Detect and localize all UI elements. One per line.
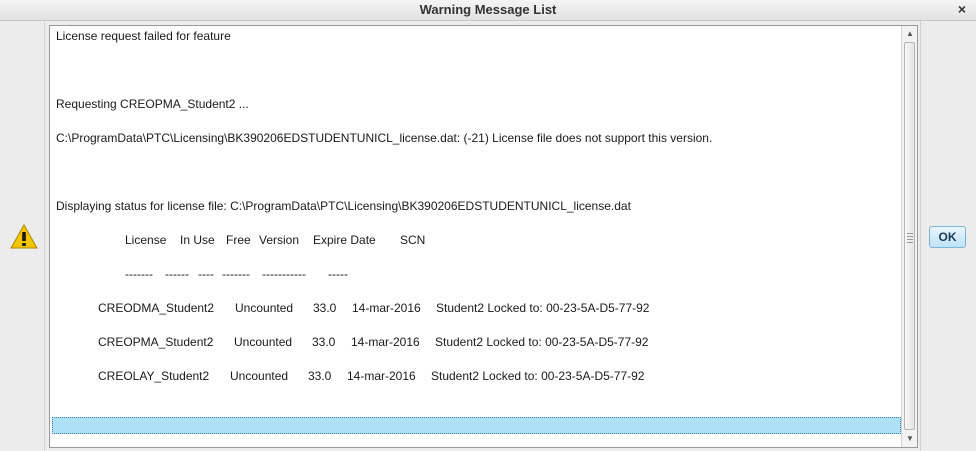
warning-triangle-icon — [10, 224, 38, 249]
license-expire: 14-mar-2016 — [352, 301, 421, 315]
column-header-free: Free — [226, 233, 251, 247]
message-line: License request failed for feature — [56, 29, 231, 43]
license-expire: 14-mar-2016 — [351, 335, 420, 349]
license-scn: Student2 Locked to: 00-23-5A-D5-77-92 — [435, 335, 649, 349]
scroll-down-arrow-icon[interactable]: ▼ — [902, 432, 917, 446]
column-dashes: ---- — [198, 267, 214, 281]
selected-empty-row[interactable] — [52, 417, 901, 434]
license-version: 33.0 — [313, 301, 337, 315]
license-status: Uncounted — [235, 301, 294, 315]
column-header-license: License — [125, 233, 167, 247]
message-line: C:\ProgramData\PTC\Licensing\BK390206EDS… — [56, 131, 713, 145]
license-expire: 14-mar-2016 — [347, 369, 416, 383]
column-header-scn: SCN — [400, 233, 426, 247]
column-header-version: Version — [259, 233, 300, 247]
message-line: Displaying status for license file: C:\P… — [56, 199, 631, 213]
scroll-up-arrow-icon[interactable]: ▲ — [902, 27, 917, 41]
license-name: CREOLAY_Student2 — [98, 369, 210, 383]
message-list[interactable]: License request failed for feature Reque… — [49, 25, 918, 448]
license-version: 33.0 — [312, 335, 336, 349]
license-status: Uncounted — [230, 369, 289, 383]
grip-icon — [907, 231, 913, 245]
license-name: CREOPMA_Student2 — [98, 335, 214, 349]
column-dashes: ------ — [165, 267, 189, 281]
column-dashes: ------- — [125, 267, 153, 281]
column-dashes: ----- — [328, 267, 348, 281]
license-status: Uncounted — [234, 335, 293, 349]
title-bar: Warning Message List × — [0, 0, 976, 21]
column-header-expire: Expire Date — [313, 233, 376, 247]
ok-button[interactable]: OK — [929, 226, 966, 248]
license-name: CREODMA_Student2 — [98, 301, 215, 315]
message-line: Requesting CREOPMA_Student2 ... — [56, 97, 249, 111]
vertical-scrollbar[interactable]: ▲ ▼ — [901, 26, 917, 447]
column-header-in-use: In Use — [180, 233, 215, 247]
license-scn: Student2 Locked to: 00-23-5A-D5-77-92 — [431, 369, 645, 383]
license-version: 33.0 — [308, 369, 332, 383]
close-icon[interactable]: × — [958, 1, 966, 17]
column-dashes: ------- — [222, 267, 250, 281]
scrollbar-thumb[interactable] — [904, 42, 915, 430]
window-title: Warning Message List — [419, 2, 557, 17]
license-scn: Student2 Locked to: 00-23-5A-D5-77-92 — [436, 301, 650, 315]
column-dashes: ----------- — [262, 267, 306, 281]
